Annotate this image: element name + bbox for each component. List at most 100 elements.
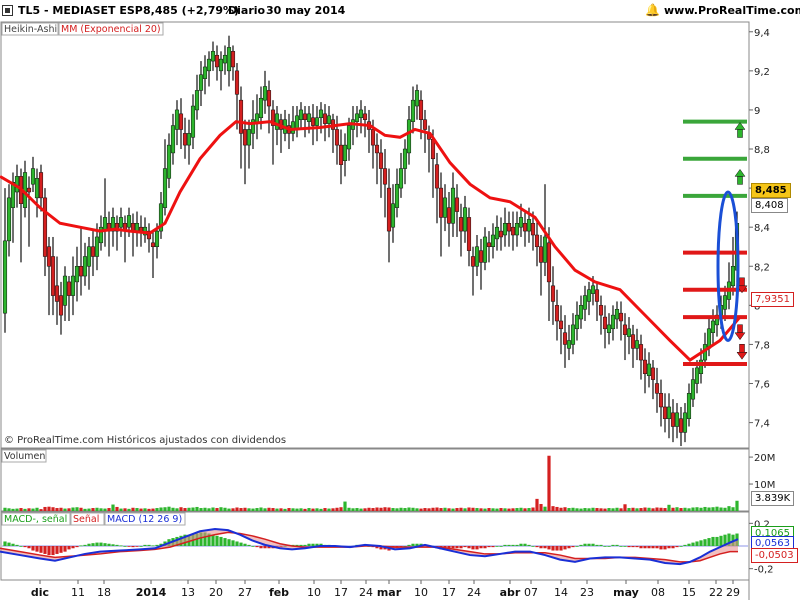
volume-bar xyxy=(463,508,467,511)
candle-down xyxy=(530,223,536,236)
candle-down xyxy=(598,305,604,316)
candle-up xyxy=(574,314,580,330)
macd-hist-bar xyxy=(627,546,631,548)
macd-hist-bar xyxy=(227,539,231,546)
volume-bar xyxy=(335,507,339,511)
volume-bar xyxy=(15,508,19,511)
macd-hist-bar xyxy=(27,546,31,549)
macd-hist-bar xyxy=(591,543,595,546)
candle-down xyxy=(538,246,544,263)
volume-bar xyxy=(559,507,563,511)
x-tick-label: may xyxy=(613,586,639,599)
macd-hist-bar xyxy=(651,546,655,549)
macd-hist-bar xyxy=(715,536,719,546)
volume-bar xyxy=(307,508,311,511)
volume-bar xyxy=(343,501,347,511)
volume-bar xyxy=(203,507,207,511)
volume-panel-frame xyxy=(0,448,750,512)
volume-bar xyxy=(75,507,79,511)
volume-bar xyxy=(215,508,219,511)
volume-bar xyxy=(63,508,67,511)
candle-up xyxy=(582,295,588,310)
legend-senal: Señal xyxy=(73,514,99,525)
candle-up xyxy=(666,406,672,419)
volume-bar xyxy=(211,507,215,511)
volume-bar xyxy=(411,507,415,511)
arrow-up-icon xyxy=(737,129,743,138)
chart-canvas[interactable]: 9,49,298,88,68,48,287,87,67,420M10M0,2-0… xyxy=(0,0,800,600)
volume-bar xyxy=(555,506,559,511)
volume-bar xyxy=(143,508,147,511)
volume-bar xyxy=(603,508,607,511)
volume-bar xyxy=(171,507,175,511)
volume-bar xyxy=(363,508,367,511)
macd-hist-bar xyxy=(95,542,99,546)
macd-hist-bar xyxy=(611,544,615,546)
price-tick-label: 9 xyxy=(754,106,760,117)
candle-down xyxy=(58,295,64,316)
candle-down xyxy=(438,187,444,218)
macd-hist-bar xyxy=(123,546,127,547)
volume-bar xyxy=(667,504,671,511)
macd-hist-bar xyxy=(483,546,487,549)
macd-hist-bar xyxy=(155,544,159,546)
x-tick-label: 2014 xyxy=(136,586,167,599)
volume-bar xyxy=(635,508,639,511)
volume-bar xyxy=(619,508,623,511)
macd-hist-bar xyxy=(527,544,531,546)
volume-bar xyxy=(735,500,739,511)
candle-down xyxy=(562,332,568,345)
volume-bar xyxy=(599,508,603,511)
volume-bar xyxy=(419,508,423,511)
volume-bar xyxy=(115,506,119,511)
candle-down xyxy=(78,266,84,277)
copyright-note: © ProRealTime.com Históricos ajustados c… xyxy=(4,434,286,446)
volume-bar xyxy=(127,508,131,511)
candle-up xyxy=(186,133,192,146)
volume-bar xyxy=(451,508,455,511)
volume-bar xyxy=(491,508,495,511)
candle-down xyxy=(630,334,636,349)
ema-value-tag: 8,408 xyxy=(751,198,788,213)
volume-bar xyxy=(103,508,107,511)
volume-bar xyxy=(487,508,491,511)
candle-up xyxy=(86,246,92,267)
macd-hist-bar xyxy=(51,546,55,556)
macd-hist-bar xyxy=(35,546,39,552)
macd-hist-bar xyxy=(659,546,663,550)
volume-bar xyxy=(535,498,539,511)
macd-hist-bar xyxy=(243,543,247,546)
macd-hist-bar xyxy=(23,546,27,548)
candle-up xyxy=(730,266,736,287)
macd-hist-bar xyxy=(75,546,79,548)
volume-bar xyxy=(647,507,651,511)
candle-up xyxy=(402,148,408,169)
volume-bar xyxy=(519,507,523,511)
volume-bar xyxy=(643,507,647,511)
volume-bar xyxy=(711,507,715,511)
candle-up xyxy=(606,324,612,333)
candle-down xyxy=(242,129,248,146)
volume-bar xyxy=(339,507,343,511)
candle-up xyxy=(358,109,364,119)
arrow-down-icon xyxy=(734,332,746,341)
volume-bar xyxy=(575,508,579,511)
volume-bar xyxy=(547,455,551,511)
candle-up xyxy=(502,223,508,236)
macd-hist-bar xyxy=(471,546,475,550)
candle-up xyxy=(30,168,36,185)
macd-hist-bar xyxy=(239,542,243,546)
candle-up xyxy=(326,115,332,124)
candle-up xyxy=(170,125,176,154)
macd-hist-bar xyxy=(263,546,267,549)
volume-bar xyxy=(39,509,43,511)
legend-macd: MACD (12 26 9) xyxy=(107,514,182,525)
candle-down xyxy=(478,250,484,263)
macd-hist-bar xyxy=(615,544,619,546)
macd-hist-bar xyxy=(479,546,483,549)
macd-hist-bar xyxy=(595,544,599,546)
x-tick-label: mar xyxy=(377,586,402,599)
macd-hist-bar xyxy=(91,543,95,546)
volume-bar xyxy=(71,507,75,511)
macd-hist-bar xyxy=(687,543,691,546)
